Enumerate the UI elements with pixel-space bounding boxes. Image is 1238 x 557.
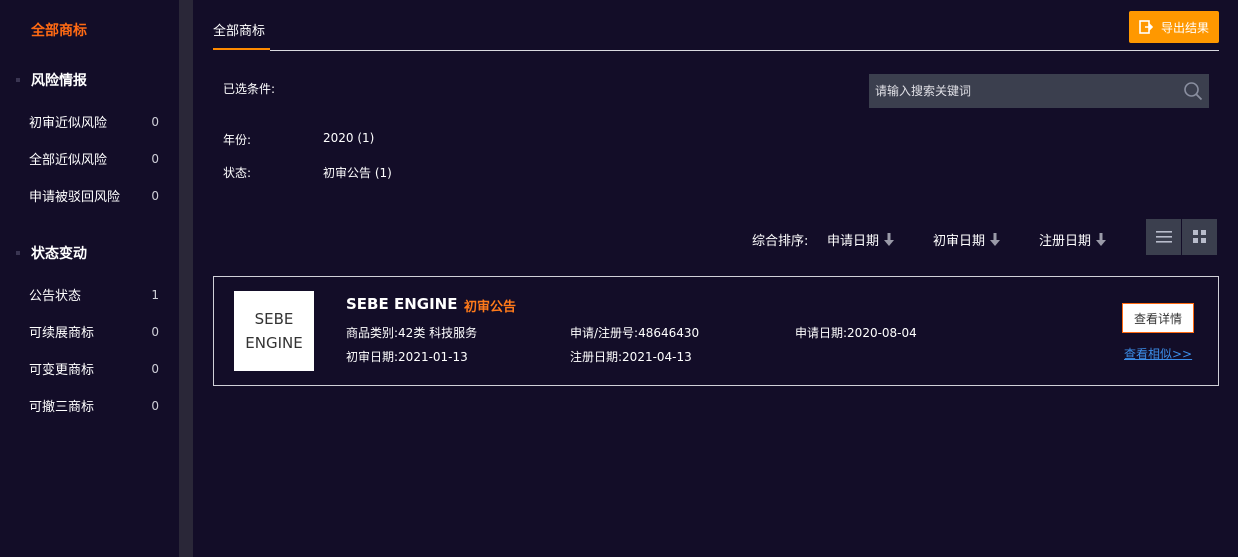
filter-status-label: 状态: — [223, 166, 252, 180]
section-dot — [16, 251, 20, 255]
sidebar-item-label: 申请被驳回风险 — [29, 190, 121, 205]
trademark-apply-date: 申请日期:2020-08-04 — [795, 326, 917, 340]
sidebar-section-title: 状态变动 — [31, 246, 87, 262]
sidebar-item-rejection-risk[interactable]: 申请被驳回风险 0 — [29, 186, 159, 206]
export-label: 导出结果 — [1160, 20, 1209, 35]
sidebar-item-label: 初审近似风险 — [29, 116, 108, 131]
sort-register-date[interactable]: 注册日期 — [1039, 230, 1107, 249]
sidebar-item-all-similar-risk[interactable]: 全部近似风险 0 — [29, 149, 159, 169]
filter-year-label: 年份: — [223, 133, 252, 147]
sidebar-item-label: 公告状态 — [29, 289, 82, 304]
filter-year-value[interactable]: 2020 (1) — [323, 131, 374, 145]
sidebar-item-label: 可变更商标 — [29, 363, 95, 378]
sidebar-item-label: 全部近似风险 — [29, 153, 108, 168]
trademark-reg-number: 申请/注册号:48646430 — [570, 326, 700, 340]
list-view-button[interactable] — [1146, 219, 1181, 255]
trademark-result-card: SEBE ENGINE SEBE ENGINE 初审公告 商品类别:42类 科技… — [213, 276, 1219, 386]
sidebar-item-count: 0 — [151, 398, 159, 413]
sidebar: 全部商标 风险情报 初审近似风险 0 全部近似风险 0 申请被驳回风险 0 状态… — [0, 0, 179, 557]
export-button[interactable]: 导出结果 — [1129, 11, 1219, 43]
tab-all-trademarks[interactable]: 全部商标 — [213, 20, 265, 39]
trademark-category: 商品类别:42类 科技服务 — [346, 326, 478, 340]
status-badge: 初审公告 — [464, 300, 517, 315]
arrow-down-icon — [1096, 232, 1107, 246]
arrow-down-icon — [990, 232, 1001, 246]
sort-option-label: 注册日期 — [1039, 234, 1092, 249]
sidebar-item-revocable[interactable]: 可撤三商标 0 — [29, 396, 159, 416]
trademark-register-date: 注册日期:2021-04-13 — [570, 350, 692, 364]
trademark-name[interactable]: SEBE ENGINE — [346, 295, 457, 313]
section-dot — [16, 78, 20, 82]
sort-apply-date[interactable]: 申请日期 — [827, 230, 895, 249]
sidebar-item-count: 0 — [151, 188, 159, 203]
trademark-logo-image[interactable]: SEBE ENGINE — [234, 291, 314, 371]
sidebar-item-changeable[interactable]: 可变更商标 0 — [29, 359, 159, 379]
logo-text-line: SEBE — [254, 310, 294, 328]
sort-option-label: 申请日期 — [827, 234, 880, 249]
grid-view-button[interactable] — [1182, 219, 1217, 255]
logo-text-line: ENGINE — [245, 334, 303, 352]
search-icon[interactable] — [1183, 81, 1203, 101]
main-content: 全部商标 导出结果 已选条件: 年份: 2020 (1) 状态: 初审公告 (1… — [193, 0, 1238, 557]
grid-icon — [1192, 230, 1206, 243]
sort-label: 综合排序: — [752, 234, 809, 249]
sidebar-item-all-trademarks[interactable]: 全部商标 — [31, 20, 87, 40]
view-details-button[interactable]: 查看详情 — [1122, 303, 1194, 333]
active-tab-indicator — [213, 48, 270, 50]
export-icon — [1139, 20, 1153, 34]
sidebar-item-count: 0 — [151, 114, 159, 129]
sidebar-scrollbar[interactable] — [179, 0, 193, 557]
search-input[interactable] — [869, 74, 1209, 108]
sidebar-item-prelim-similar-risk[interactable]: 初审近似风险 0 — [29, 112, 159, 132]
sidebar-item-label: 可续展商标 — [29, 326, 95, 341]
trademark-prelim-date: 初审日期:2021-01-13 — [346, 350, 468, 364]
selected-conditions-label: 已选条件: — [223, 82, 276, 96]
arrow-down-icon — [884, 232, 895, 246]
list-icon — [1155, 231, 1172, 243]
view-similar-link[interactable]: 查看相似>> — [1124, 345, 1192, 362]
sidebar-item-count: 0 — [151, 324, 159, 339]
sidebar-item-label: 可撤三商标 — [29, 400, 95, 415]
sidebar-item-count: 0 — [151, 361, 159, 376]
sidebar-section-title: 风险情报 — [31, 73, 87, 89]
sidebar-item-renewable[interactable]: 可续展商标 0 — [29, 322, 159, 342]
sidebar-item-announcement-status[interactable]: 公告状态 1 — [29, 285, 159, 305]
sort-prelim-date[interactable]: 初审日期 — [933, 230, 1001, 249]
sidebar-section-status-change: 状态变动 — [16, 243, 87, 263]
sidebar-item-count: 0 — [151, 151, 159, 166]
filter-status-value[interactable]: 初审公告 (1) — [323, 164, 392, 181]
tab-divider — [270, 50, 1219, 51]
sidebar-section-risk: 风险情报 — [16, 70, 87, 90]
sort-option-label: 初审日期 — [933, 234, 986, 249]
sidebar-item-count: 1 — [151, 287, 159, 302]
